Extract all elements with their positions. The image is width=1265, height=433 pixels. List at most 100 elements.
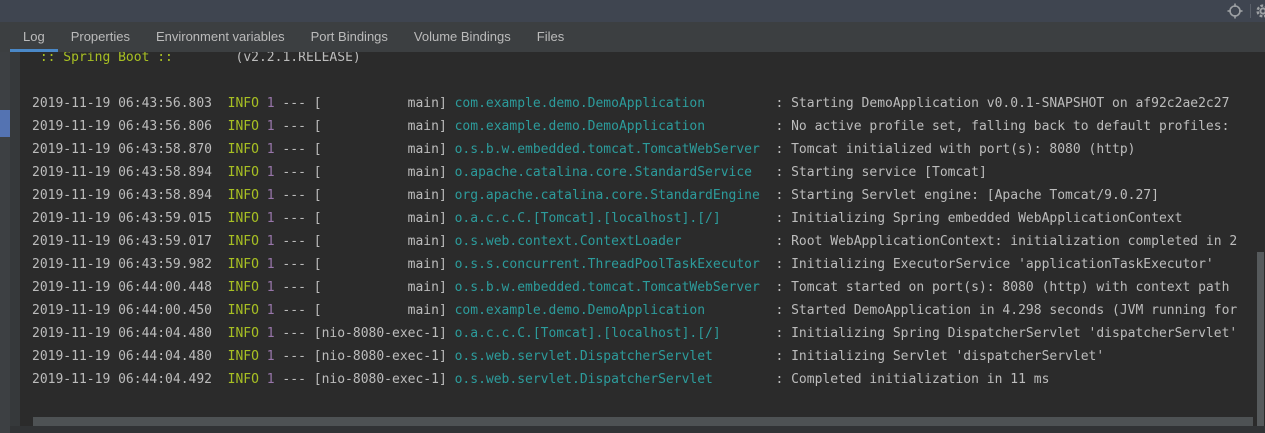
log-pid: 1 [267,165,275,180]
log-thread-open-bracket: --- [ [282,349,321,364]
tab-port-bindings-label: Port Bindings [311,29,388,44]
log-lines: 2019-11-19 06:43:56.803INFO1--- [main]co… [32,92,1265,391]
log-pid: 1 [267,96,275,111]
header-separator [1250,4,1251,18]
spring-boot-banner-line: :: Spring Boot ::(v2.2.1.RELEASE) [32,52,1265,69]
log-thread-close-bracket: ] [439,349,447,364]
log-line: 2019-11-19 06:43:58.894INFO1--- [main]or… [32,184,1265,207]
log-line: 2019-11-19 06:43:56.806INFO1--- [main]co… [32,115,1265,138]
log-colon: : [775,96,783,111]
log-thread-open-bracket: --- [ [282,119,321,134]
log-logger: o.a.c.c.C.[Tomcat].[localhost].[/] [455,322,768,345]
log-timestamp: 2019-11-19 06:43:58.894 [32,188,212,203]
log-colon: : [775,303,783,318]
bottom-strip [10,426,1265,433]
horizontal-scrollbar-thumb[interactable] [33,417,1253,426]
log-pid: 1 [267,372,275,387]
log-console[interactable]: :: Spring Boot ::(v2.2.1.RELEASE) 2019-1… [20,52,1265,433]
log-level: INFO [228,96,259,111]
log-thread-close-bracket: ] [439,96,447,111]
log-level: INFO [228,372,259,387]
tab-environment-variables[interactable]: Environment variables [143,22,298,52]
log-line: 2019-11-19 06:44:00.450INFO1--- [main]co… [32,299,1265,322]
log-console-content: :: Spring Boot ::(v2.2.1.RELEASE) 2019-1… [20,52,1265,391]
log-timestamp: 2019-11-19 06:43:56.806 [32,119,212,134]
log-thread-open-bracket: --- [ [282,188,321,203]
log-level: INFO [228,165,259,180]
log-colon: : [775,188,783,203]
tab-bar: Log Properties Environment variables Por… [0,22,1265,52]
log-timestamp: 2019-11-19 06:44:04.480 [32,326,212,341]
tab-port-bindings[interactable]: Port Bindings [298,22,401,52]
log-thread: nio-8080-exec-1 [322,322,439,345]
log-thread: main [322,299,439,322]
log-message: Tomcat started on port(s): 8080 (http) w… [791,280,1229,295]
log-pid: 1 [267,188,275,203]
log-colon: : [775,142,783,157]
tab-log[interactable]: Log [10,22,58,52]
log-timestamp: 2019-11-19 06:44:00.450 [32,303,212,318]
log-message: Starting service [Tomcat] [791,165,987,180]
log-thread-open-bracket: --- [ [282,372,321,387]
log-message: Starting Servlet engine: [Apache Tomcat/… [791,188,1159,203]
log-thread-open-bracket: --- [ [282,211,321,226]
log-level: INFO [228,211,259,226]
log-colon: : [775,372,783,387]
log-thread: main [322,92,439,115]
log-thread-close-bracket: ] [439,119,447,134]
tab-log-label: Log [23,29,45,44]
log-message: No active profile set, falling back to d… [791,119,1229,134]
console-gutter [10,52,20,433]
log-level: INFO [228,257,259,272]
log-thread-close-bracket: ] [439,280,447,295]
vertical-scrollbar-thumb[interactable] [1257,252,1264,433]
log-logger: o.s.s.concurrent.ThreadPoolTaskExecutor [455,253,768,276]
log-message: Completed initialization in 11 ms [791,372,1049,387]
log-thread: main [322,115,439,138]
log-thread: nio-8080-exec-1 [322,345,439,368]
log-pid: 1 [267,280,275,295]
log-thread-open-bracket: --- [ [282,257,321,272]
log-colon: : [775,234,783,249]
log-level: INFO [228,326,259,341]
log-logger: o.s.web.servlet.DispatcherServlet [455,368,768,391]
banner-version: (v2.2.1.RELEASE) [236,52,361,65]
log-colon: : [775,349,783,364]
log-pid: 1 [267,142,275,157]
window-header-bar [0,0,1265,22]
log-thread-open-bracket: --- [ [282,326,321,341]
log-message: Started DemoApplication in 4.298 seconds… [791,303,1237,318]
log-line: 2019-11-19 06:44:00.448INFO1--- [main]o.… [32,276,1265,299]
tool-window-stripe-button[interactable] [0,110,10,137]
log-message: Initializing Spring embedded WebApplicat… [791,211,1182,226]
log-thread-close-bracket: ] [439,234,447,249]
log-thread-close-bracket: ] [439,165,447,180]
log-message: Root WebApplicationContext: initializati… [791,234,1237,249]
log-logger: o.s.b.w.embedded.tomcat.TomcatWebServer [455,138,768,161]
log-logger: o.a.c.c.C.[Tomcat].[localhost].[/] [455,207,768,230]
log-logger: org.apache.catalina.core.StandardEngine [455,184,768,207]
log-message: Initializing ExecutorService 'applicatio… [791,257,1214,272]
log-thread: main [322,161,439,184]
log-thread: nio-8080-exec-1 [322,368,439,391]
tab-files[interactable]: Files [524,22,577,52]
log-thread-open-bracket: --- [ [282,234,321,249]
tab-environment-variables-label: Environment variables [156,29,285,44]
gear-icon[interactable] [1255,0,1265,22]
log-level: INFO [228,142,259,157]
tab-properties[interactable]: Properties [58,22,143,52]
blank-line [32,69,1265,92]
log-thread-open-bracket: --- [ [282,142,321,157]
log-thread: main [322,184,439,207]
log-line: 2019-11-19 06:44:04.492INFO1--- [nio-808… [32,368,1265,391]
tab-volume-bindings[interactable]: Volume Bindings [401,22,524,52]
log-colon: : [775,165,783,180]
log-thread: main [322,230,439,253]
log-timestamp: 2019-11-19 06:43:59.015 [32,211,212,226]
log-thread-open-bracket: --- [ [282,280,321,295]
target-icon[interactable] [1224,0,1246,22]
log-line: 2019-11-19 06:43:59.015INFO1--- [main]o.… [32,207,1265,230]
log-message: Initializing Spring DispatcherServlet 'd… [791,326,1237,341]
log-colon: : [775,280,783,295]
log-timestamp: 2019-11-19 06:43:56.803 [32,96,212,111]
